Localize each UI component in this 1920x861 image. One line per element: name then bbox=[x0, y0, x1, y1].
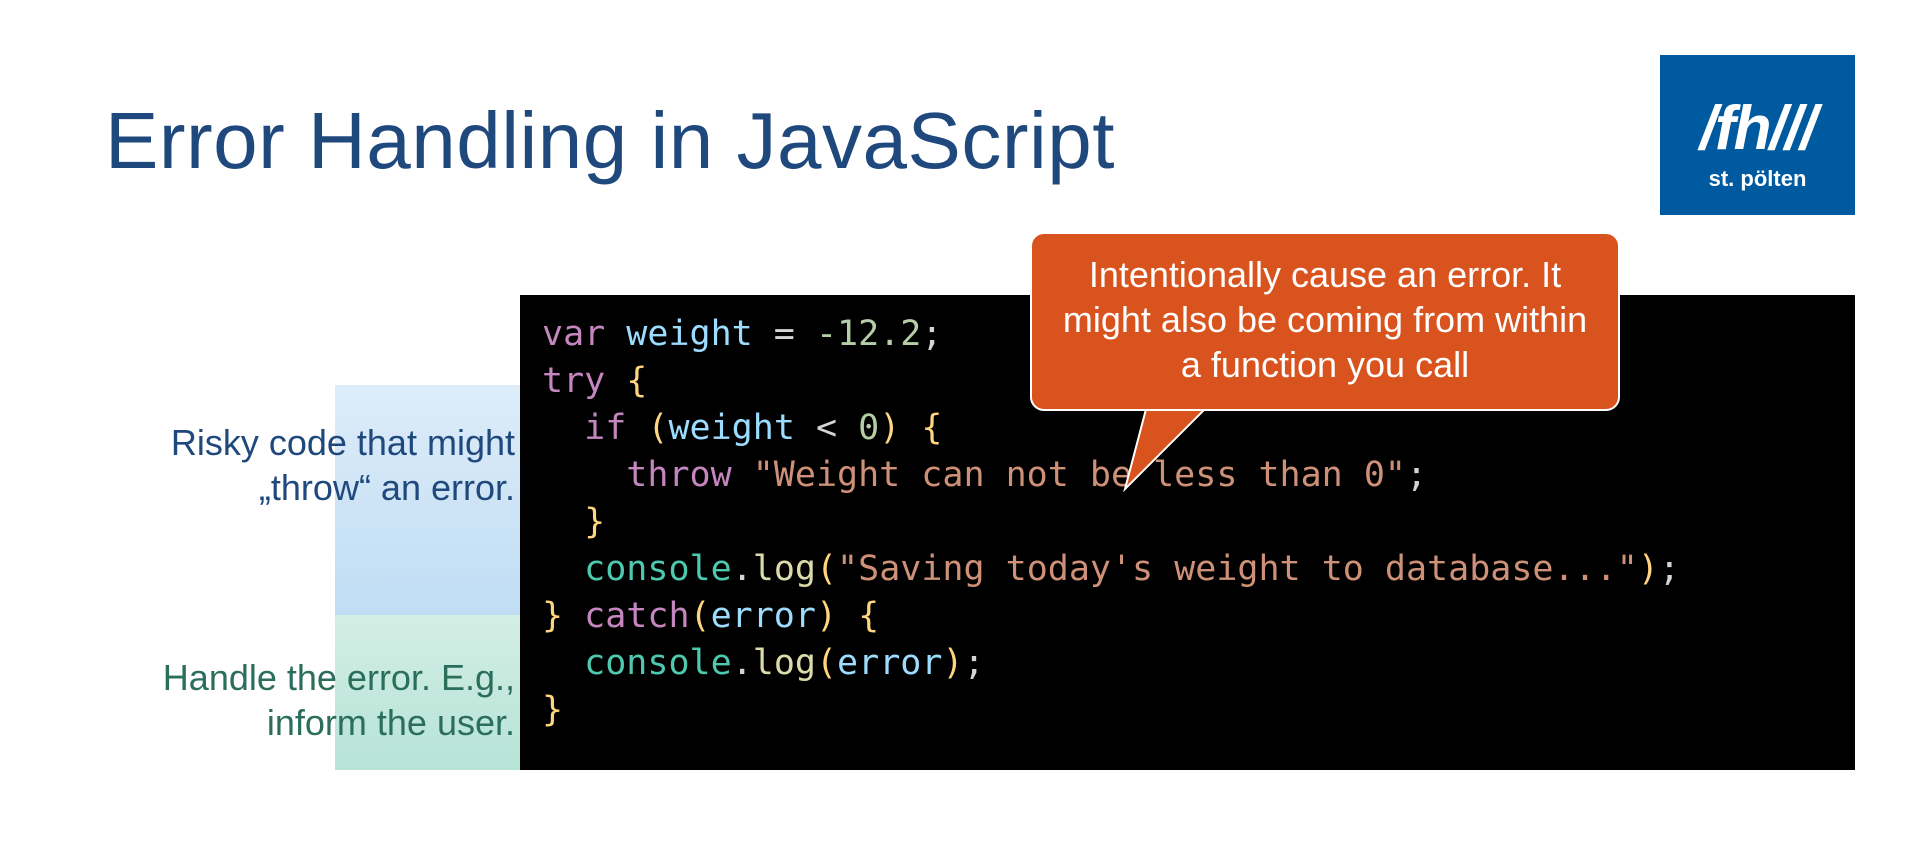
code-semi: ; bbox=[921, 314, 942, 354]
code-kw-if: if bbox=[584, 408, 626, 448]
logo-sub-text: st. pölten bbox=[1709, 166, 1807, 192]
code-console2: console bbox=[584, 643, 732, 683]
code-log2: log bbox=[753, 643, 816, 683]
code-dot2: . bbox=[732, 643, 753, 683]
code-close: ) bbox=[1638, 549, 1659, 589]
code-semi: ; bbox=[1406, 455, 1427, 495]
code-brace: { bbox=[605, 361, 647, 401]
code-close3: ) bbox=[942, 643, 963, 683]
code-save-string: "Saving today's weight to database..." bbox=[837, 549, 1638, 589]
code-indent bbox=[542, 455, 626, 495]
code-id-error: error bbox=[711, 596, 816, 636]
code-indent bbox=[542, 643, 584, 683]
code-open2: ( bbox=[690, 596, 711, 636]
code-dot: . bbox=[732, 549, 753, 589]
logo-main-text: /fh/// bbox=[1700, 98, 1815, 160]
fh-logo: /fh/// st. pölten bbox=[1660, 55, 1855, 215]
code-brace-close: } bbox=[584, 502, 605, 542]
code-brace-final: } bbox=[542, 690, 563, 730]
code-throw-string: "Weight can not be less than 0" bbox=[753, 455, 1406, 495]
code-indent bbox=[542, 549, 584, 589]
code-console: console bbox=[584, 549, 732, 589]
code-num: -12.2 bbox=[816, 314, 921, 354]
code-paren: ( bbox=[626, 408, 668, 448]
code-kw-throw: throw bbox=[626, 455, 731, 495]
code-kw-var: var bbox=[542, 314, 605, 354]
code-eq: = bbox=[753, 314, 816, 354]
code-id-weight: weight bbox=[626, 314, 752, 354]
code-id-weight2: weight bbox=[668, 408, 794, 448]
code-semi3: ; bbox=[963, 643, 984, 683]
annotation-handle-error: Handle the error. E.g., inform the user. bbox=[95, 655, 515, 745]
code-close2: ) { bbox=[816, 596, 879, 636]
code-open: ( bbox=[816, 549, 837, 589]
code-log: log bbox=[753, 549, 816, 589]
code-semi: ; bbox=[1659, 549, 1680, 589]
code-brace-close2: } bbox=[542, 596, 563, 636]
code-sp bbox=[563, 596, 584, 636]
code-open3: ( bbox=[816, 643, 837, 683]
code-indent bbox=[542, 502, 584, 542]
slide-title: Error Handling in JavaScript bbox=[105, 95, 1115, 187]
code-sp bbox=[732, 455, 753, 495]
callout-bubble: Intentionally cause an error. It might a… bbox=[1030, 232, 1620, 411]
code-kw-try: try bbox=[542, 361, 605, 401]
code-indent bbox=[542, 408, 584, 448]
code-id-error2: error bbox=[837, 643, 942, 683]
code-kw-catch: catch bbox=[584, 596, 689, 636]
annotation-risky-code: Risky code that might „throw“ an error. bbox=[95, 420, 515, 510]
code-lt: < bbox=[795, 408, 858, 448]
code-zero: 0 bbox=[858, 408, 879, 448]
code-close-paren: ) { bbox=[879, 408, 942, 448]
